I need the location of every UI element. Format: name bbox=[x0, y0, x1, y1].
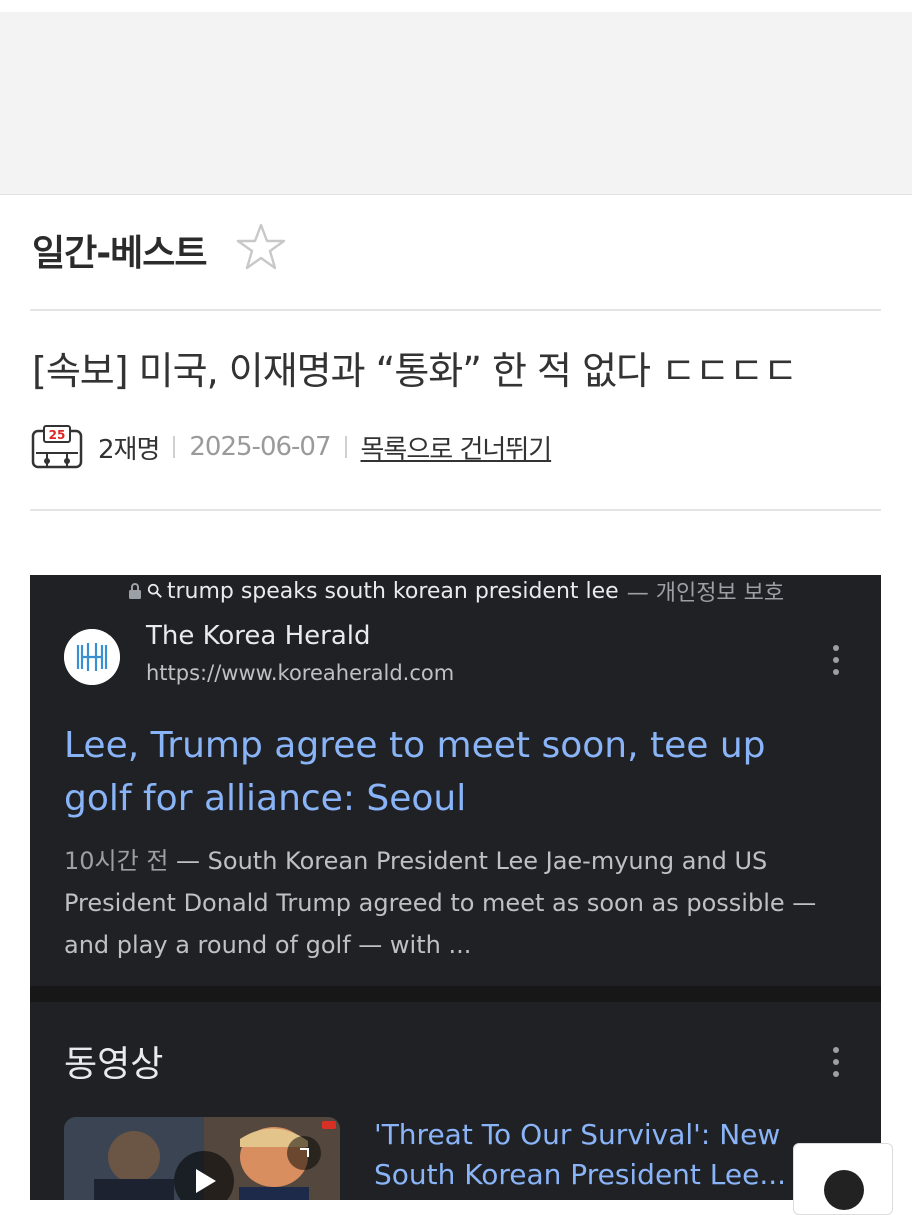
privacy-label: — 개인정보 보호 bbox=[626, 581, 785, 606]
korea-herald-logo-icon bbox=[64, 629, 120, 685]
floating-action-button[interactable] bbox=[793, 1143, 893, 1215]
embedded-screenshot: trump speaks south korean president lee … bbox=[30, 575, 881, 1200]
result-snippet-text: — South Korean President Lee Jae-myung a… bbox=[64, 847, 817, 959]
result-site-name: The Korea Herald bbox=[146, 621, 371, 651]
result-title-link: Lee, Trump agree to meet soon, tee up go… bbox=[64, 725, 766, 819]
board-title: 일간-베스트 bbox=[32, 233, 208, 274]
result-snippet: 10시간 전 — South Korean President Lee Jae-… bbox=[64, 840, 854, 966]
author-level-icon: 25 bbox=[31, 425, 83, 469]
video-thumbnail bbox=[64, 1117, 340, 1200]
result-site-url: https://www.koreaherald.com bbox=[146, 661, 455, 685]
divider bbox=[30, 309, 881, 311]
lock-icon bbox=[128, 583, 141, 599]
post-meta: 25 2재명 2025-06-07 목록으로 건너뛰기 bbox=[30, 422, 553, 472]
status-strip bbox=[0, 0, 912, 12]
videos-heading: 동영상 bbox=[64, 1044, 164, 1085]
avatar-badge: 25 bbox=[49, 428, 66, 442]
divider bbox=[30, 509, 881, 511]
search-url-bar: trump speaks south korean president lee … bbox=[30, 575, 881, 607]
video-title-line: South Korean President Lee... bbox=[374, 1158, 787, 1191]
more-options-icon bbox=[831, 1047, 841, 1077]
skip-to-list-link[interactable]: 목록으로 건너뛰기 bbox=[361, 429, 553, 466]
floating-button-icon bbox=[824, 1170, 864, 1210]
search-icon bbox=[147, 583, 162, 598]
more-options-icon bbox=[831, 645, 841, 675]
video-title: 'Threat To Our Survival': New South Kore… bbox=[374, 1115, 804, 1195]
ad-banner-area bbox=[0, 12, 912, 195]
video-title-line: 'Threat To Our Survival': New bbox=[374, 1118, 781, 1151]
author-name[interactable]: 2재명 bbox=[98, 429, 160, 466]
post-title: [속보] 미국, 이재명과 “통화” 한 적 없다 ㄷㄷㄷㄷ bbox=[32, 349, 798, 393]
favorite-star-icon[interactable] bbox=[236, 222, 286, 272]
post-date: 2025-06-07 bbox=[189, 432, 331, 462]
section-divider bbox=[30, 986, 881, 1002]
result-time: 10시간 전 bbox=[64, 847, 169, 875]
meta-separator bbox=[344, 436, 347, 458]
search-query: trump speaks south korean president lee bbox=[166, 578, 619, 604]
meta-separator bbox=[173, 436, 176, 458]
